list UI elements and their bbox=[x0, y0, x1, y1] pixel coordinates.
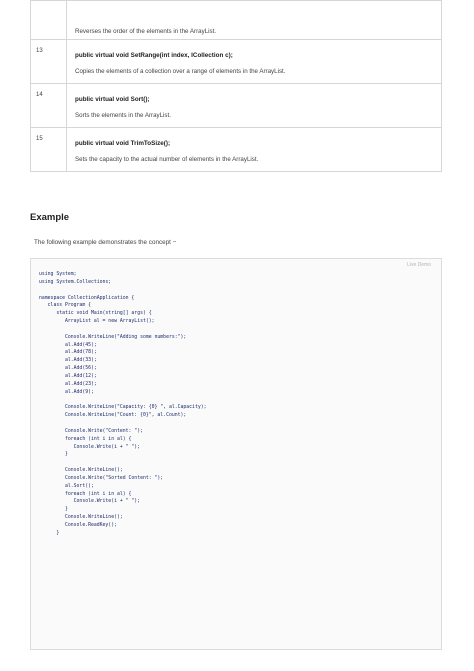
table-row: 13 public virtual void SetRange(int inde… bbox=[30, 39, 442, 84]
code-line: Console.Write("Content: "); bbox=[39, 428, 143, 434]
code-line: al.Add(23); bbox=[39, 381, 97, 387]
method-description: Sorts the elements in the ArrayList. bbox=[75, 112, 171, 119]
code-line: ArrayList al = new ArrayList(); bbox=[39, 319, 155, 325]
code-line: Console.Write(i + " "); bbox=[39, 499, 141, 505]
code-line: Console.WriteLine(); bbox=[39, 515, 123, 521]
method-description: Copies the elements of a collection over… bbox=[75, 68, 286, 75]
code-line: al.Add(56); bbox=[39, 366, 97, 372]
table-row: 14 public virtual void Sort(); Sorts the… bbox=[30, 83, 442, 128]
method-cell: Reverses the order of the elements in th… bbox=[66, 0, 442, 40]
row-number: 14 bbox=[30, 83, 67, 128]
method-signature: public virtual void Sort(); bbox=[75, 96, 150, 103]
code-line: namespace CollectionApplication { bbox=[39, 295, 135, 301]
method-cell: public virtual void Sort(); Sorts the el… bbox=[66, 83, 442, 128]
live-demo-link[interactable]: Live Demo bbox=[407, 262, 431, 268]
code-line: foreach (int i in al) { bbox=[39, 436, 132, 442]
code-line: Console.WriteLine("Adding some numbers:"… bbox=[39, 334, 187, 340]
code-line: class Program { bbox=[39, 303, 91, 309]
example-intro: The following example demonstrates the c… bbox=[34, 239, 177, 246]
code-line: static void Main(string[] args) { bbox=[39, 311, 152, 317]
code-line: using System.Collections; bbox=[39, 279, 112, 285]
code-line: Console.Write("Sorted Content: "); bbox=[39, 475, 164, 481]
code-line: al.Sort(); bbox=[39, 483, 94, 489]
code-line: } bbox=[39, 507, 68, 513]
method-cell: public virtual void TrimToSize(); Sets t… bbox=[66, 127, 442, 172]
example-heading: Example bbox=[30, 212, 70, 223]
code-line: Console.WriteLine("Capacity: {0} ", al.C… bbox=[39, 405, 207, 411]
code-line: al.Add(12); bbox=[39, 373, 97, 379]
code-line: Console.WriteLine(); bbox=[39, 468, 123, 474]
code-line: foreach (int i in al) { bbox=[39, 491, 132, 497]
code-block: Live Demo using System; using System.Coll… bbox=[30, 258, 442, 650]
code-line: Console.WriteLine("Count: {0}", al.Count… bbox=[39, 413, 187, 419]
method-signature: public virtual void TrimToSize(); bbox=[75, 140, 171, 147]
row-number: 13 bbox=[30, 39, 67, 84]
method-description: Reverses the order of the elements in th… bbox=[75, 28, 217, 35]
code-line: al.Add(9); bbox=[39, 389, 94, 395]
row-number: 15 bbox=[30, 127, 67, 172]
methods-table: Reverses the order of the elements in th… bbox=[30, 0, 442, 172]
method-description: Sets the capacity to the actual number o… bbox=[75, 156, 259, 163]
code-line: using System; bbox=[39, 272, 77, 277]
table-row: Reverses the order of the elements in th… bbox=[30, 0, 442, 40]
row-number bbox=[30, 0, 67, 40]
code-line: } bbox=[39, 452, 68, 458]
code-line: al.Add(78); bbox=[39, 350, 97, 356]
code-line: Console.ReadKey(); bbox=[39, 523, 117, 528]
code-content: using System; using System.Collections; na… bbox=[39, 271, 207, 538]
code-line: al.Add(33); bbox=[39, 358, 97, 364]
code-line: Console.Write(i + " "); bbox=[39, 444, 141, 450]
method-cell: public virtual void SetRange(int index, … bbox=[66, 39, 442, 84]
method-signature: public virtual void SetRange(int index, … bbox=[75, 52, 233, 59]
code-line: } bbox=[39, 530, 60, 536]
table-row: 15 public virtual void TrimToSize(); Set… bbox=[30, 127, 442, 172]
code-line: al.Add(45); bbox=[39, 342, 97, 348]
